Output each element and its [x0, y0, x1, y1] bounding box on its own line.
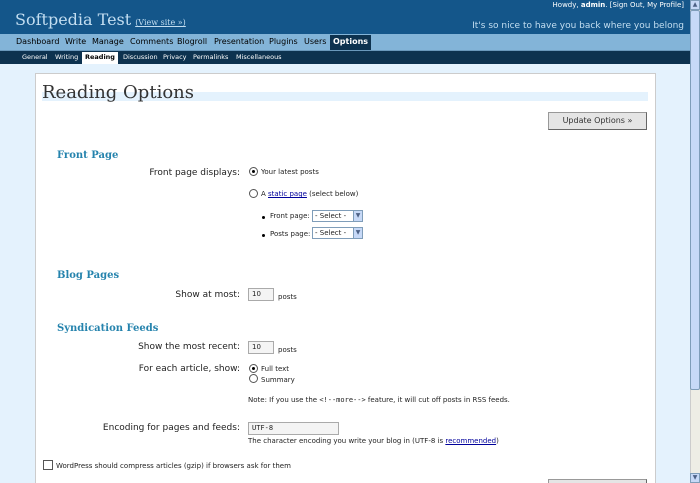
- front-page-select[interactable]: - Select - ▼: [312, 210, 363, 222]
- encoding-label: Encoding for pages and feeds:: [102, 423, 240, 433]
- static-page-suffix: (select below): [306, 190, 359, 198]
- note-prefix: Note: If you use the: [248, 396, 320, 404]
- user-info: Howdy, admin. [Sign Out, My Profile]: [553, 1, 684, 9]
- radio-full-text[interactable]: [249, 364, 258, 373]
- encoding-help-suffix: ): [496, 437, 499, 445]
- content-panel: [35, 73, 656, 483]
- submenu-item-permalinks[interactable]: Permalinks: [193, 51, 228, 64]
- update-options-button[interactable]: Update Options »: [548, 112, 647, 130]
- select-dropdown-arrow-icon[interactable]: ▼: [353, 211, 362, 221]
- sub-menu: General Writing Reading Discussion Priva…: [0, 51, 690, 64]
- gzip-checkbox[interactable]: [43, 460, 53, 470]
- encoding-help: The character encoding you write your bl…: [248, 437, 499, 445]
- user-name: admin: [580, 1, 606, 9]
- menu-item-dashboard[interactable]: Dashboard: [16, 34, 59, 50]
- menu-item-plugins[interactable]: Plugins: [269, 34, 298, 50]
- menu-item-write[interactable]: Write: [65, 34, 86, 50]
- menu-item-comments[interactable]: Comments: [130, 34, 173, 50]
- front-page-select-label: Front page:: [270, 212, 310, 220]
- submenu-item-miscellaneous[interactable]: Miscellaneous: [236, 51, 282, 64]
- static-page-link[interactable]: static page: [268, 190, 307, 198]
- static-page-prefix: A: [261, 190, 269, 198]
- header: Softpedia Test (View site ») Howdy, admin…: [0, 0, 690, 34]
- gzip-label: WordPress should compress articles (gzip…: [56, 462, 291, 470]
- radio-summary-label: Summary: [261, 376, 295, 384]
- note-code: <!--more-->: [319, 396, 366, 404]
- for-each-article-label: For each article, show:: [138, 364, 240, 374]
- posts-per-page-unit: posts: [278, 293, 297, 301]
- scroll-down-arrow-icon[interactable]: ▼: [690, 473, 700, 483]
- page-title: Reading Options: [42, 82, 194, 103]
- more-tag-note: Note: If you use the <!--more--> feature…: [248, 396, 510, 404]
- menu-item-manage[interactable]: Manage: [92, 34, 124, 50]
- feed-posts-unit: posts: [278, 346, 297, 354]
- menu-item-blogroll[interactable]: Blogroll: [177, 34, 207, 50]
- front-page-select-value: - Select -: [315, 212, 347, 220]
- bottom-update-button-edge[interactable]: [548, 479, 647, 483]
- welcome-message: It's so nice to have you back where you …: [472, 21, 684, 31]
- submenu-item-reading[interactable]: Reading: [82, 52, 118, 64]
- posts-per-page-input[interactable]: 10: [248, 288, 274, 301]
- radio-full-text-label: Full text: [261, 365, 290, 373]
- user-greeting: Howdy,: [552, 1, 581, 9]
- scroll-up-arrow-icon[interactable]: ▲: [690, 0, 700, 10]
- menu-item-options[interactable]: Options: [330, 35, 372, 50]
- admin-menu: Dashboard Write Manage Comments Blogroll…: [0, 34, 690, 51]
- syndication-feeds-heading: Syndication Feeds: [57, 323, 159, 334]
- bullet: [262, 216, 265, 219]
- user-links[interactable]: . [Sign Out, My Profile]: [605, 1, 684, 9]
- radio-latest-posts-label: Your latest posts: [261, 168, 319, 176]
- menu-item-users[interactable]: Users: [304, 34, 326, 50]
- posts-page-select-label: Posts page:: [270, 230, 311, 238]
- bullet: [262, 234, 265, 237]
- menu-item-presentation[interactable]: Presentation: [214, 34, 264, 50]
- encoding-help-prefix: The character encoding you write your bl…: [248, 437, 446, 445]
- recommended-link[interactable]: recommended: [445, 437, 496, 445]
- scrollbar-thumb[interactable]: [690, 10, 700, 390]
- view-site-link[interactable]: (View site »): [135, 18, 186, 27]
- radio-latest-posts[interactable]: [249, 167, 258, 176]
- vertical-scrollbar[interactable]: ▲ ▼: [690, 0, 700, 483]
- radio-static-page[interactable]: [249, 189, 258, 198]
- note-suffix: feature, it will cut off posts in RSS fe…: [365, 396, 510, 404]
- show-at-most-label: Show at most:: [175, 290, 240, 300]
- front-page-displays-label: Front page displays:: [149, 168, 240, 178]
- feed-posts-input[interactable]: 10: [248, 341, 274, 354]
- site-title-text: Softpedia Test: [15, 10, 132, 29]
- radio-static-page-label: A static page (select below): [261, 190, 358, 198]
- radio-summary[interactable]: [249, 374, 258, 383]
- encoding-input[interactable]: UTF-8: [248, 422, 339, 435]
- select-dropdown-arrow-icon[interactable]: ▼: [353, 228, 362, 238]
- submenu-item-writing[interactable]: Writing: [55, 51, 78, 64]
- submenu-item-general[interactable]: General: [22, 51, 48, 64]
- submenu-item-privacy[interactable]: Privacy: [163, 51, 187, 64]
- posts-page-select[interactable]: - Select - ▼: [312, 227, 363, 239]
- submenu-item-discussion[interactable]: Discussion: [123, 51, 158, 64]
- site-title: Softpedia Test (View site »): [15, 10, 186, 29]
- show-most-recent-label: Show the most recent:: [138, 342, 240, 352]
- blog-pages-heading: Blog Pages: [57, 270, 120, 281]
- posts-page-select-value: - Select -: [315, 229, 347, 237]
- front-page-heading: Front Page: [57, 150, 119, 161]
